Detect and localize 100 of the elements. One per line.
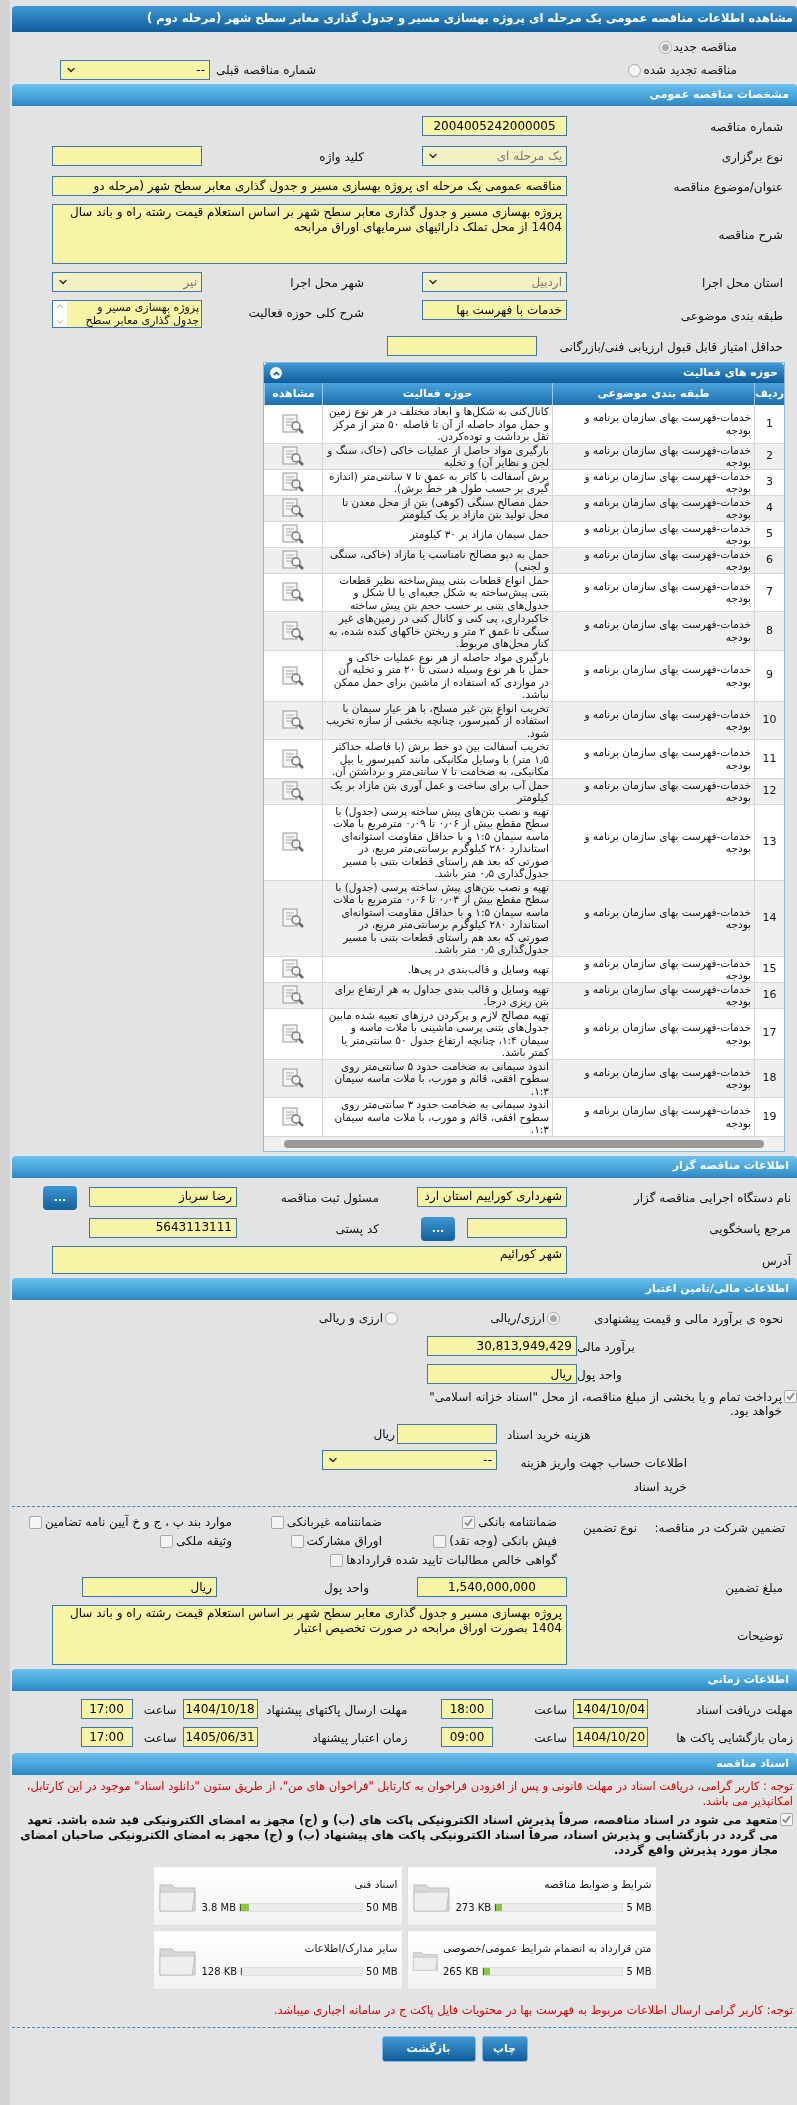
document-fee-field[interactable] bbox=[397, 1424, 497, 1444]
table-cell: خدمات-فهرست بهای سازمان برنامه و بودجه bbox=[552, 650, 754, 702]
radio-button[interactable] bbox=[547, 1311, 560, 1325]
field-label: ارزی/ریالی bbox=[490, 1311, 545, 1325]
scroll-up-icon[interactable] bbox=[55, 301, 65, 311]
address-field[interactable]: شهر کورائیم bbox=[52, 1246, 567, 1274]
checkbox[interactable] bbox=[784, 1390, 797, 1403]
document-name: شرایط و ضوابط مناقصه bbox=[543, 1876, 652, 1893]
table-cell: خدمات-فهرست بهای سازمان برنامه و بودجه bbox=[552, 495, 754, 522]
column-header: مشاهده bbox=[264, 383, 322, 405]
activity-scope-listbox[interactable]: پروژه بهسازی مسیر و جدول گذاری معابر سطح bbox=[52, 300, 202, 328]
field-label: مناقصه تجدید شده bbox=[643, 63, 737, 77]
document-search-icon bbox=[281, 581, 305, 604]
description-field[interactable]: پروژه بهسازی مسیر و جدول گذاری معابر سطح شهر بر اساس استعلام قیمت رشته راه و باند سال 1404 از محل تملک دارائیهای سرمایهای اوراق مرابحه bbox=[52, 204, 567, 264]
table-cell: خدمات-فهرست بهای سازمان برنامه و بودجه bbox=[552, 521, 754, 548]
document-search-icon bbox=[281, 664, 305, 687]
document-name: متن قرارداد به انضمام شرایط عمومی/خصوصی bbox=[442, 1940, 652, 1957]
time-field[interactable]: 09:00 bbox=[441, 1727, 493, 1747]
field-label: شرح کلی حوزه فعالیت bbox=[248, 306, 364, 320]
radio-button[interactable] bbox=[658, 40, 672, 54]
checkmark-icon bbox=[786, 1392, 795, 1401]
min-score-field[interactable] bbox=[387, 336, 537, 356]
table-cell: کانال‌کنی به شکل‌ها و ابعاد مختلف در هر نوع زمین و حمل مواد حاصله از آن تا فاصله ۵۰ متر از مرکز ثقل برداشت و توده‌کردن. bbox=[322, 405, 552, 444]
date-field[interactable]: 1404/10/18 bbox=[182, 1699, 258, 1719]
table-cell: حمل سیمان مازاد بر ۳۰ کیلومتر bbox=[322, 521, 552, 548]
time-field[interactable]: 17:00 bbox=[80, 1727, 133, 1747]
max-size: 50 MB bbox=[366, 1965, 398, 1980]
checkbox[interactable] bbox=[290, 1534, 304, 1548]
postal-code-field[interactable]: 5643113111 bbox=[89, 1217, 237, 1238]
checkbox[interactable] bbox=[462, 1515, 476, 1529]
scroll-down-icon[interactable] bbox=[55, 317, 65, 327]
checkmark-icon bbox=[464, 1517, 474, 1527]
category-field[interactable]: خدمات با فهرست بها bbox=[422, 300, 567, 320]
keyword-field[interactable] bbox=[52, 146, 202, 166]
field-label: اوراق مشارکت bbox=[306, 1534, 382, 1548]
tender-number-field[interactable]: 2004005242000005 bbox=[422, 116, 567, 136]
table-cell: تهیه مصالح لازم و پرکردن درزهای تعبیه شده مابین جدول‌های بتنی پرسی ماشینی با ملات ماسه و سیمان ۱:۴، چنانچه ارتفاع جدول ۵۰ سانتی‌متر یا کمتر باشد. bbox=[322, 1008, 552, 1060]
organization-field[interactable]: شهرداری کوراییم استان ارد bbox=[417, 1186, 567, 1207]
table-cell: اندود سیمانی به ضخامت حدود ۵ سانتی‌متر روی سطوح افقی، قائم و مورب، با ملات ماسه سیمان ۱:۳. bbox=[322, 1059, 552, 1098]
document-search-icon bbox=[281, 1105, 305, 1128]
section-header: اسناد مناقصه bbox=[12, 1753, 797, 1775]
table-cell: 19 bbox=[754, 1098, 784, 1137]
radio-button[interactable] bbox=[385, 1311, 398, 1325]
reference-field[interactable] bbox=[467, 1217, 567, 1238]
time-field[interactable]: 18:00 bbox=[441, 1699, 493, 1719]
collapse-icon[interactable] bbox=[270, 367, 282, 379]
field-label: مرجع پاسخگویی bbox=[709, 1221, 791, 1236]
checkbox[interactable] bbox=[433, 1534, 447, 1548]
field-label: اطلاعات حساب جهت واریز هزینه خرید اسناد bbox=[520, 1456, 687, 1494]
date-field[interactable]: 1404/10/20 bbox=[573, 1727, 648, 1747]
section-header: اطلاعات زمانی bbox=[12, 1669, 797, 1691]
table-cell: تخریب انواع بتن غیر مسلح، با هر عیار سیمان با استفاده از کمپرسور، چنانچه بخشی از سازه تخریب شود. bbox=[322, 701, 552, 740]
table-cell: 7 bbox=[754, 573, 784, 612]
checkbox[interactable] bbox=[28, 1515, 42, 1529]
time-field[interactable]: 17:00 bbox=[80, 1699, 133, 1719]
table-cell: تهیه وسایل و قالب‌بندی در پی‌ها. bbox=[322, 956, 552, 983]
table-cell: 10 bbox=[754, 701, 784, 740]
table-cell: 16 bbox=[754, 982, 784, 1009]
registrar-field[interactable]: رضا سرباز bbox=[89, 1186, 237, 1207]
document-search-icon bbox=[281, 1022, 305, 1045]
table-cell: 14 bbox=[754, 880, 784, 957]
estimate-field[interactable]: 30,813,949,429 bbox=[427, 1336, 577, 1356]
field-label: هزینه خرید اسناد bbox=[507, 1428, 591, 1442]
action-button[interactable]: بازگشت bbox=[381, 2036, 476, 2063]
table-cell: 6 bbox=[754, 547, 784, 574]
field-label: مناقصه جدید bbox=[673, 40, 737, 54]
subject-field[interactable]: مناقصه عمومی یک مرحله ای پروژه بهسازی مسیر و جدول گذاری معابر سطح شهر (مرحله دو bbox=[52, 176, 567, 196]
account-select[interactable]: -- bbox=[322, 1450, 497, 1470]
checkbox[interactable] bbox=[780, 1813, 793, 1826]
table-cell: خدمات-فهرست بهای سازمان برنامه و بودجه bbox=[552, 956, 754, 983]
currency-field[interactable]: ریال bbox=[427, 1364, 577, 1384]
field-label: ارزی و ریالی bbox=[318, 1311, 383, 1325]
previous-tender-select[interactable]: -- bbox=[60, 60, 210, 80]
browse-button[interactable]: ... bbox=[421, 1217, 455, 1241]
browse-button[interactable]: ... bbox=[43, 1185, 77, 1210]
date-field[interactable]: 1405/06/31 bbox=[182, 1727, 258, 1747]
field-label: طبقه بندی موضوعی bbox=[680, 309, 783, 323]
field-label: برآورد مالی bbox=[577, 1340, 635, 1354]
scrollbar[interactable] bbox=[53, 301, 67, 327]
table-cell: تهیه وسایل و قالب بندی جداول به هر ارتفاع برای بتن ریزی درجا. bbox=[322, 982, 552, 1009]
notes-field[interactable]: پروژه بهسازی مسیر و جدول گذاری معابر سطح شهر بر اساس استعلام قیمت رشته راه و باند سال 1404 بصورت اوراق مرابحه در صورت تخصیص اعتبار bbox=[52, 1605, 567, 1665]
column-header: طبقه بندی موضوعی bbox=[552, 383, 754, 405]
guarantee-amount-field[interactable]: 1,540,000,000 bbox=[417, 1577, 567, 1597]
radio-button[interactable] bbox=[628, 63, 642, 77]
action-button[interactable]: چاپ bbox=[481, 2036, 528, 2063]
table-cell: خدمات-فهرست بهای سازمان برنامه و بودجه bbox=[552, 778, 754, 805]
field-label: کد پستی bbox=[335, 1221, 379, 1236]
field-label: نوع تضمین bbox=[583, 1521, 637, 1535]
checkbox[interactable] bbox=[159, 1534, 173, 1548]
guarantee-currency-field[interactable]: ریال bbox=[82, 1577, 217, 1597]
document-name: اسناد فنی bbox=[353, 1876, 398, 1892]
table-cell: 11 bbox=[754, 740, 784, 779]
table-cell: خدمات-فهرست بهای سازمان برنامه و بودجه bbox=[552, 804, 754, 881]
table-cell: 17 bbox=[754, 1008, 784, 1060]
table-cell: خدمات-فهرست بهای سازمان برنامه و بودجه bbox=[552, 1098, 754, 1137]
table-cell: 18 bbox=[754, 1059, 784, 1098]
table-cell: 13 bbox=[754, 804, 784, 881]
checkbox[interactable] bbox=[270, 1515, 284, 1529]
date-field[interactable]: 1404/10/04 bbox=[573, 1699, 648, 1719]
checkbox[interactable] bbox=[330, 1553, 344, 1567]
